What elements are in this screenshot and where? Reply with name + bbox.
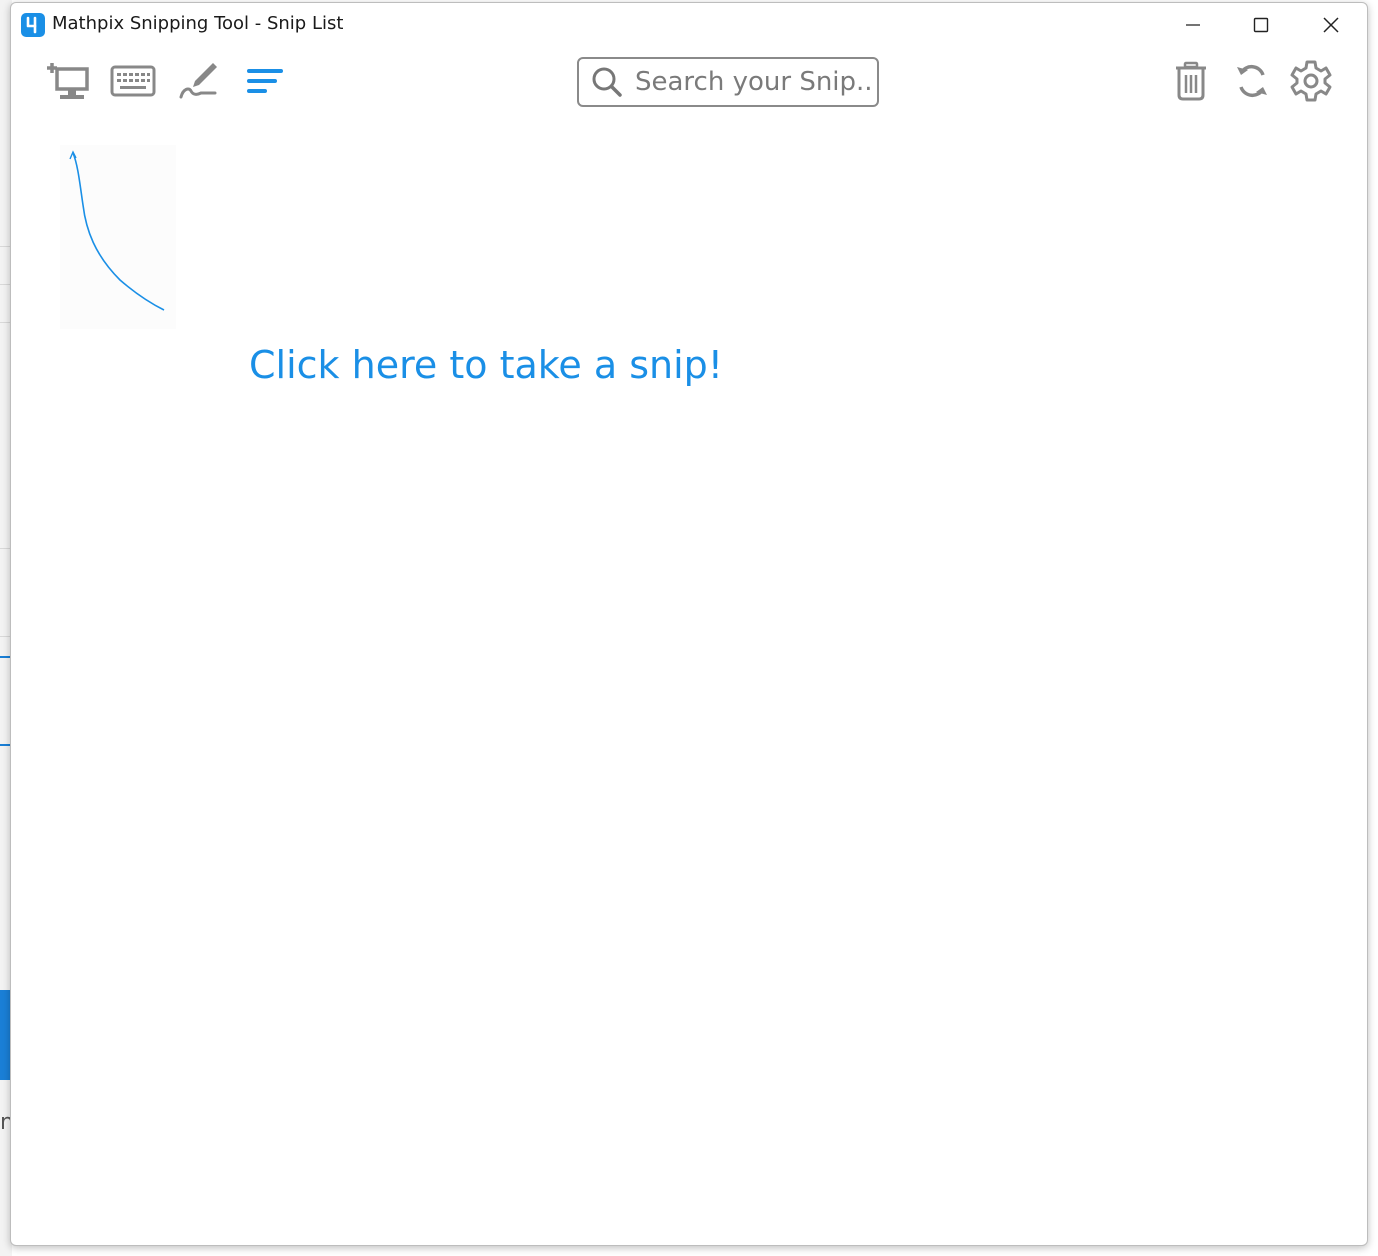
search-box[interactable]: [577, 57, 879, 107]
title-bar: Mathpix Snipping Tool - Snip List: [11, 3, 1367, 45]
snip-thumbnail[interactable]: [60, 145, 176, 329]
keyboard-icon: [110, 65, 156, 97]
app-window: Mathpix Snipping Tool - Snip List Search…: [10, 2, 1368, 1246]
trash-icon: [1176, 61, 1206, 101]
settings-button[interactable]: [1287, 57, 1335, 105]
minimize-icon: [1186, 24, 1200, 26]
snip-preview-stroke: [69, 150, 165, 311]
close-button[interactable]: [1297, 5, 1365, 45]
snip-list-button[interactable]: [241, 57, 289, 105]
screen-snip-icon: [47, 63, 89, 99]
sync-button[interactable]: [1228, 57, 1276, 105]
gear-icon: [1290, 60, 1332, 102]
search-icon: [592, 67, 622, 97]
sync-icon: [1237, 64, 1267, 98]
search-input[interactable]: [635, 66, 871, 98]
handwriting-pen-icon: [179, 63, 217, 99]
delete-button[interactable]: [1167, 57, 1215, 105]
maximize-button[interactable]: [1227, 5, 1295, 45]
mathpix-logo-icon: [21, 13, 45, 37]
maximize-icon: [1253, 17, 1269, 33]
close-icon: [1323, 17, 1339, 33]
window-title: Mathpix Snipping Tool - Snip List: [52, 13, 344, 34]
minimize-button[interactable]: [1159, 5, 1227, 45]
list-menu-icon: [247, 69, 283, 93]
screen-snip-button[interactable]: [45, 57, 93, 105]
take-snip-link[interactable]: Click here to take a snip!: [249, 343, 723, 387]
keyboard-button[interactable]: [109, 57, 157, 105]
handwriting-button[interactable]: [175, 57, 223, 105]
